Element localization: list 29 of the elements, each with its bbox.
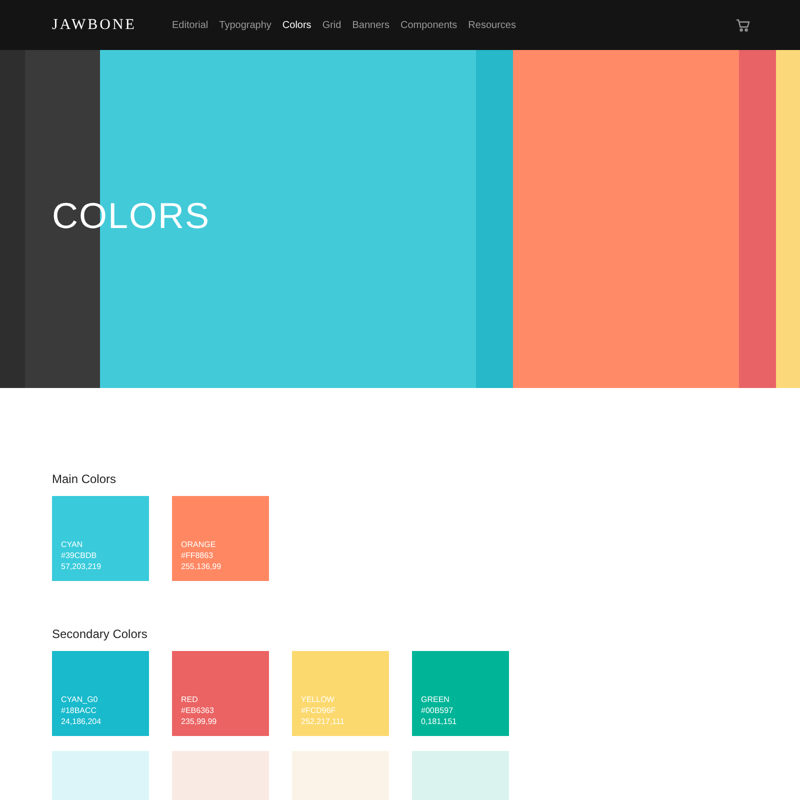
nav-link[interactable]: Colors — [282, 18, 312, 32]
section-heading: Main Colors — [52, 471, 118, 488]
rgb-value: 255,136,99 — [181, 561, 222, 572]
color-name: RED — [181, 694, 199, 705]
color-name: GREEN — [421, 694, 450, 705]
rgb-value: 24,186,204 — [61, 716, 102, 727]
nav-link[interactable]: Banners — [352, 18, 390, 32]
hex-code: #EB6363 — [181, 705, 215, 716]
hex-code: #00B597 — [421, 705, 454, 716]
color-name: CYAN_G0 — [61, 694, 99, 705]
nav-link[interactable]: Components — [400, 18, 458, 32]
color-name: YELLOW — [301, 694, 336, 705]
rgb-value: 235,99,99 — [181, 716, 218, 727]
nav-link[interactable]: Resources — [468, 18, 516, 32]
rgb-value: 252,217,111 — [301, 716, 346, 727]
rgb-value: 0,181,151 — [421, 716, 458, 727]
hex-code: #39CBDB — [61, 550, 98, 561]
nav-link[interactable]: Editorial — [172, 18, 208, 32]
nav-link[interactable]: Typography — [219, 18, 272, 32]
hex-code: #FCD96F — [301, 705, 337, 716]
cart-icon[interactable] — [736, 18, 750, 32]
rgb-value: 57,203,219 — [61, 561, 102, 572]
color-name: ORANGE — [181, 539, 217, 550]
hex-code: #18BACC — [61, 705, 98, 716]
nav-link[interactable]: Grid — [322, 18, 342, 32]
color-name: CYAN — [61, 539, 84, 550]
logo[interactable]: JAWBONE — [52, 14, 172, 36]
section-heading: Secondary Colors — [52, 626, 148, 643]
hex-code: #FF8863 — [181, 550, 214, 561]
